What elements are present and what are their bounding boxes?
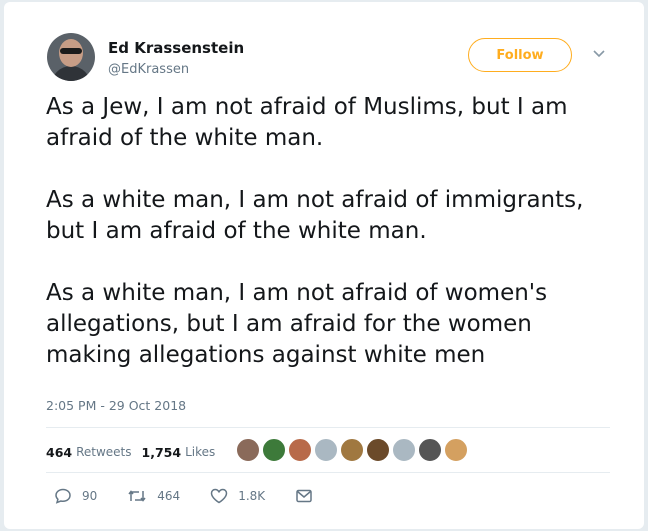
like-count: 1.8K — [238, 489, 266, 503]
tweet-text: As a Jew, I am not afraid of Muslims, bu… — [46, 92, 616, 402]
engagement-stats: 464 Retweets 1,754 Likes — [46, 442, 215, 462]
retweets-label[interactable]: Retweets — [76, 445, 131, 459]
likers-avatars — [236, 438, 470, 462]
direct-message-button[interactable] — [295, 488, 323, 504]
tweet-timestamp[interactable]: 2:05 PM - 29 Oct 2018 — [46, 398, 186, 413]
divider — [46, 427, 610, 428]
reply-button[interactable]: 90 — [54, 488, 97, 504]
like-button[interactable]: 1.8K — [210, 488, 265, 504]
retweets-count[interactable]: 464 — [46, 445, 72, 460]
liker-avatar[interactable] — [418, 438, 442, 462]
author-handle[interactable]: @EdKrassen — [108, 62, 189, 77]
likes-count[interactable]: 1,754 — [142, 445, 182, 460]
likes-label[interactable]: Likes — [185, 445, 215, 459]
liker-avatar[interactable] — [340, 438, 364, 462]
heart-icon — [210, 488, 228, 504]
liker-avatar[interactable] — [392, 438, 416, 462]
chevron-down-icon[interactable] — [592, 49, 606, 59]
tweet-paragraph: As a white man, I am not afraid of women… — [46, 280, 548, 368]
tweet-paragraph: As a Jew, I am not afraid of Muslims, bu… — [46, 94, 568, 151]
reply-icon — [55, 488, 71, 504]
liker-avatar[interactable] — [366, 438, 390, 462]
author-avatar[interactable] — [47, 33, 95, 81]
tweet-card: Ed Krassenstein @EdKrassen Follow As a J… — [4, 2, 644, 529]
liker-avatar[interactable] — [236, 438, 260, 462]
liker-avatar[interactable] — [444, 438, 468, 462]
divider — [46, 472, 610, 473]
liker-avatar[interactable] — [314, 438, 338, 462]
envelope-icon — [296, 489, 312, 503]
retweet-icon — [128, 490, 146, 502]
liker-avatar[interactable] — [262, 438, 286, 462]
follow-button[interactable]: Follow — [468, 38, 572, 72]
retweet-count: 464 — [157, 489, 181, 503]
tweet-paragraph: As a white man, I am not afraid of immig… — [46, 187, 584, 244]
reply-count: 90 — [82, 489, 98, 503]
tweet-actions: 90 464 1.8K — [54, 488, 353, 504]
liker-avatar[interactable] — [288, 438, 312, 462]
retweet-button[interactable]: 464 — [127, 488, 180, 504]
author-name[interactable]: Ed Krassenstein — [108, 39, 244, 57]
